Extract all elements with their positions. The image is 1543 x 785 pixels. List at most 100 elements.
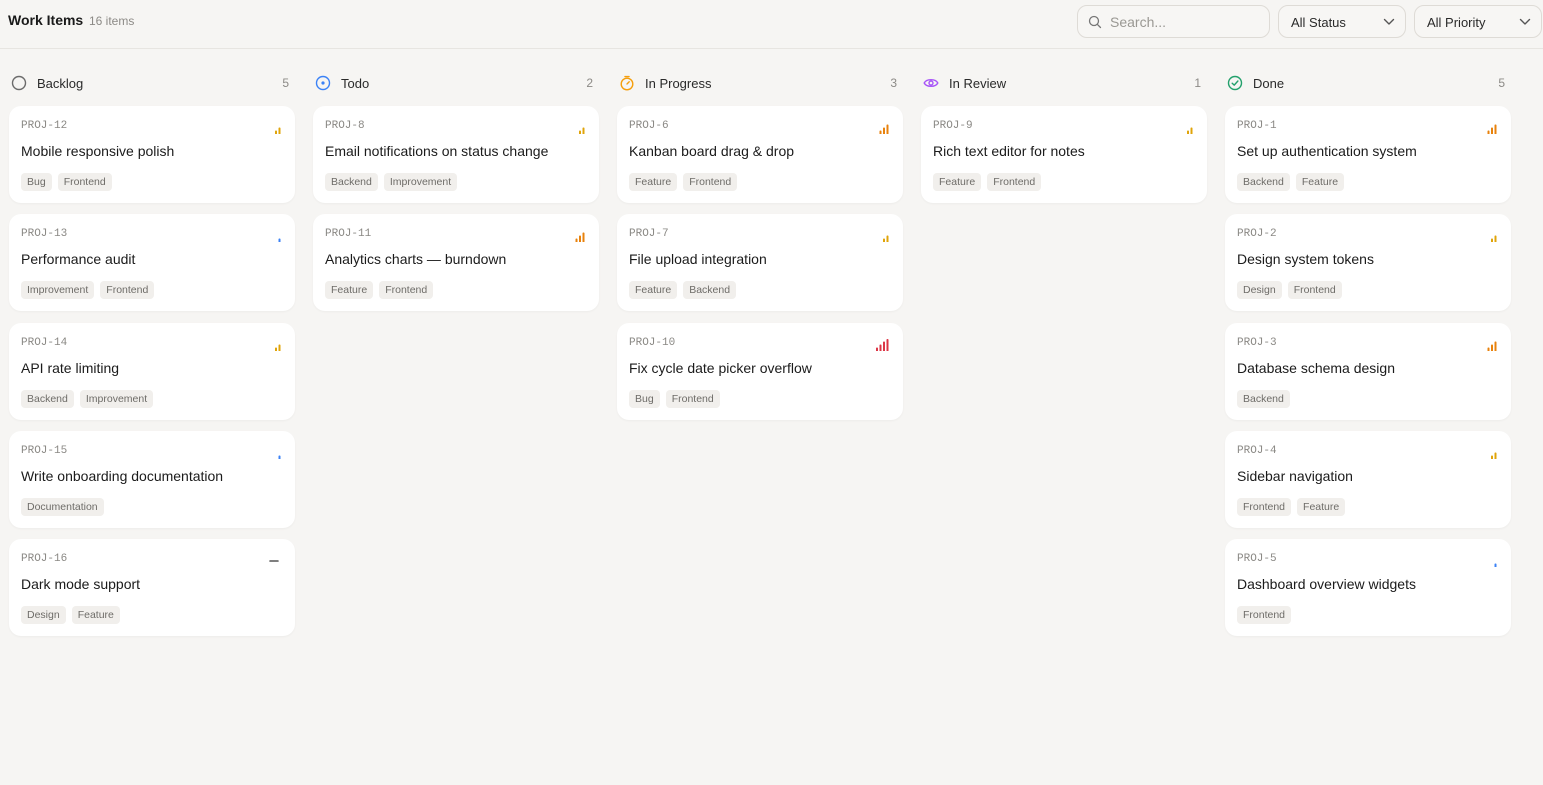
work-item-title: Database schema design <box>1237 360 1395 376</box>
circle-outline-icon <box>11 75 27 91</box>
work-item-card[interactable]: PROJ-11 Analytics charts — burndown Featur… <box>313 214 599 311</box>
work-item-card[interactable]: PROJ-10 Fix cycle date picker overflow Bug… <box>617 323 903 420</box>
work-item-title: Set up authentication system <box>1237 143 1417 159</box>
status-filter-label: All Status <box>1291 15 1346 30</box>
top-bar: Work Items 16 items All Status All Prior… <box>0 0 1543 49</box>
column-count: 5 <box>1498 76 1505 90</box>
column-count: 2 <box>586 76 593 90</box>
label-tag: Backend <box>1237 390 1290 408</box>
label-tag: Frontend <box>1237 498 1292 516</box>
work-item-title: Sidebar navigation <box>1237 468 1353 484</box>
work-item-title: API rate limiting <box>21 360 120 376</box>
tag-list: Feature Frontend <box>629 173 738 191</box>
work-item-id: PROJ-15 <box>21 445 68 457</box>
tag-list: Bug Frontend <box>629 390 720 408</box>
tag-list: Frontend Feature <box>1237 498 1346 516</box>
work-item-id: PROJ-5 <box>1237 553 1277 565</box>
work-item-id: PROJ-13 <box>21 228 68 240</box>
work-item-card[interactable]: PROJ-1 Set up authentication system Backen… <box>1225 106 1511 203</box>
column-name: In Progress <box>645 76 712 91</box>
low-priority-icon <box>1494 563 1497 567</box>
label-tag: Frontend <box>683 173 738 191</box>
work-item-card[interactable]: PROJ-12 Mobile responsive polish Bug Fronte… <box>9 106 295 203</box>
no-priority-icon <box>269 560 279 562</box>
work-item-card[interactable]: PROJ-2 Design system tokens Design Frontend <box>1225 214 1511 311</box>
work-item-id: PROJ-3 <box>1237 337 1277 349</box>
work-item-id: PROJ-10 <box>629 337 676 349</box>
priority-filter-label: All Priority <box>1427 15 1486 30</box>
work-item-id: PROJ-9 <box>933 120 973 132</box>
work-item-card[interactable]: PROJ-8 Email notifications on status chan… <box>313 106 599 203</box>
label-tag: Design <box>21 606 66 624</box>
work-item-title: Analytics charts — burndown <box>325 251 507 267</box>
work-item-id: PROJ-4 <box>1237 445 1277 457</box>
column-name: Backlog <box>37 76 84 91</box>
column-header-todo: Todo 2 <box>315 72 593 94</box>
timer-icon <box>620 75 634 91</box>
tag-list: Bug Frontend <box>21 173 112 191</box>
priority-filter-dropdown[interactable]: All Priority <box>1414 5 1542 38</box>
circle-dot-icon <box>315 75 331 91</box>
tag-list: Feature Frontend <box>325 281 434 299</box>
tag-list: Backend Improvement <box>325 173 458 191</box>
work-item-title: Write onboarding documentation <box>21 468 224 484</box>
high-priority-icon <box>879 124 889 134</box>
work-item-card[interactable]: PROJ-7 File upload integration Feature Back… <box>617 214 903 311</box>
item-count: 16 items <box>89 14 135 28</box>
status-filter-dropdown[interactable]: All Status <box>1278 5 1406 38</box>
work-item-id: PROJ-14 <box>21 337 68 349</box>
tag-list: Feature Frontend <box>933 173 1042 191</box>
work-item-card[interactable]: PROJ-14 API rate limiting Backend Improveme… <box>9 323 295 420</box>
high-priority-icon <box>1487 124 1497 134</box>
work-item-card[interactable]: PROJ-16 Dark mode support Design Feature <box>9 539 295 636</box>
tag-list: Backend <box>1237 390 1290 408</box>
tag-list: Feature Backend <box>629 281 737 299</box>
work-item-card[interactable]: PROJ-3 Database schema design Backend <box>1225 323 1511 420</box>
low-priority-icon <box>278 238 281 242</box>
medium-priority-icon <box>1491 235 1497 242</box>
work-item-title: Kanban board drag & drop <box>629 143 795 159</box>
label-tag: Backend <box>1237 173 1290 191</box>
column-count: 1 <box>1194 76 1201 90</box>
chevron-down-icon <box>1383 18 1395 25</box>
work-item-title: Dark mode support <box>21 576 141 592</box>
medium-priority-icon <box>275 344 281 351</box>
work-item-title: Email notifications on status change <box>325 143 549 159</box>
column-name: In Review <box>949 76 1007 91</box>
label-tag: Feature <box>629 173 678 191</box>
column-count: 3 <box>890 76 897 90</box>
work-item-id: PROJ-7 <box>629 228 669 240</box>
tag-list: Documentation <box>21 498 104 516</box>
tag-list: Backend Feature <box>1237 173 1345 191</box>
work-item-card[interactable]: PROJ-9 Rich text editor for notes Feature F… <box>921 106 1207 203</box>
column-count: 5 <box>282 76 289 90</box>
low-priority-icon <box>278 455 281 459</box>
column-name: Done <box>1253 76 1285 91</box>
label-tag: Feature <box>1297 498 1346 516</box>
chevron-down-icon <box>1519 18 1531 25</box>
medium-priority-icon <box>1491 452 1497 459</box>
tag-list: Design Feature <box>21 606 120 624</box>
search-box[interactable] <box>1077 5 1270 38</box>
tag-list: Design Frontend <box>1237 281 1342 299</box>
high-priority-icon <box>575 232 585 242</box>
work-item-id: PROJ-2 <box>1237 228 1277 240</box>
work-item-id: PROJ-8 <box>325 120 365 132</box>
medium-priority-icon <box>883 235 889 242</box>
work-item-card[interactable]: PROJ-5 Dashboard overview widgets Frontend <box>1225 539 1511 636</box>
work-item-id: PROJ-6 <box>629 120 669 132</box>
label-tag: Backend <box>21 390 74 408</box>
medium-priority-icon <box>1187 127 1193 134</box>
high-priority-icon <box>1487 341 1497 351</box>
label-tag: Backend <box>325 173 378 191</box>
label-tag: Frontend <box>100 281 155 299</box>
work-item-card[interactable]: PROJ-4 Sidebar navigation Frontend Feature <box>1225 431 1511 528</box>
label-tag: Feature <box>71 606 120 624</box>
work-item-id: PROJ-16 <box>21 553 68 565</box>
work-item-card[interactable]: PROJ-13 Performance audit Improvement Front… <box>9 214 295 311</box>
label-tag: Documentation <box>21 498 104 516</box>
work-item-card[interactable]: PROJ-6 Kanban board drag & drop Feature Fro… <box>617 106 903 203</box>
work-item-card[interactable]: PROJ-15 Write onboarding documentation Doc… <box>9 431 295 528</box>
label-tag: Improvement <box>21 281 95 299</box>
search-input[interactable] <box>1110 11 1260 33</box>
